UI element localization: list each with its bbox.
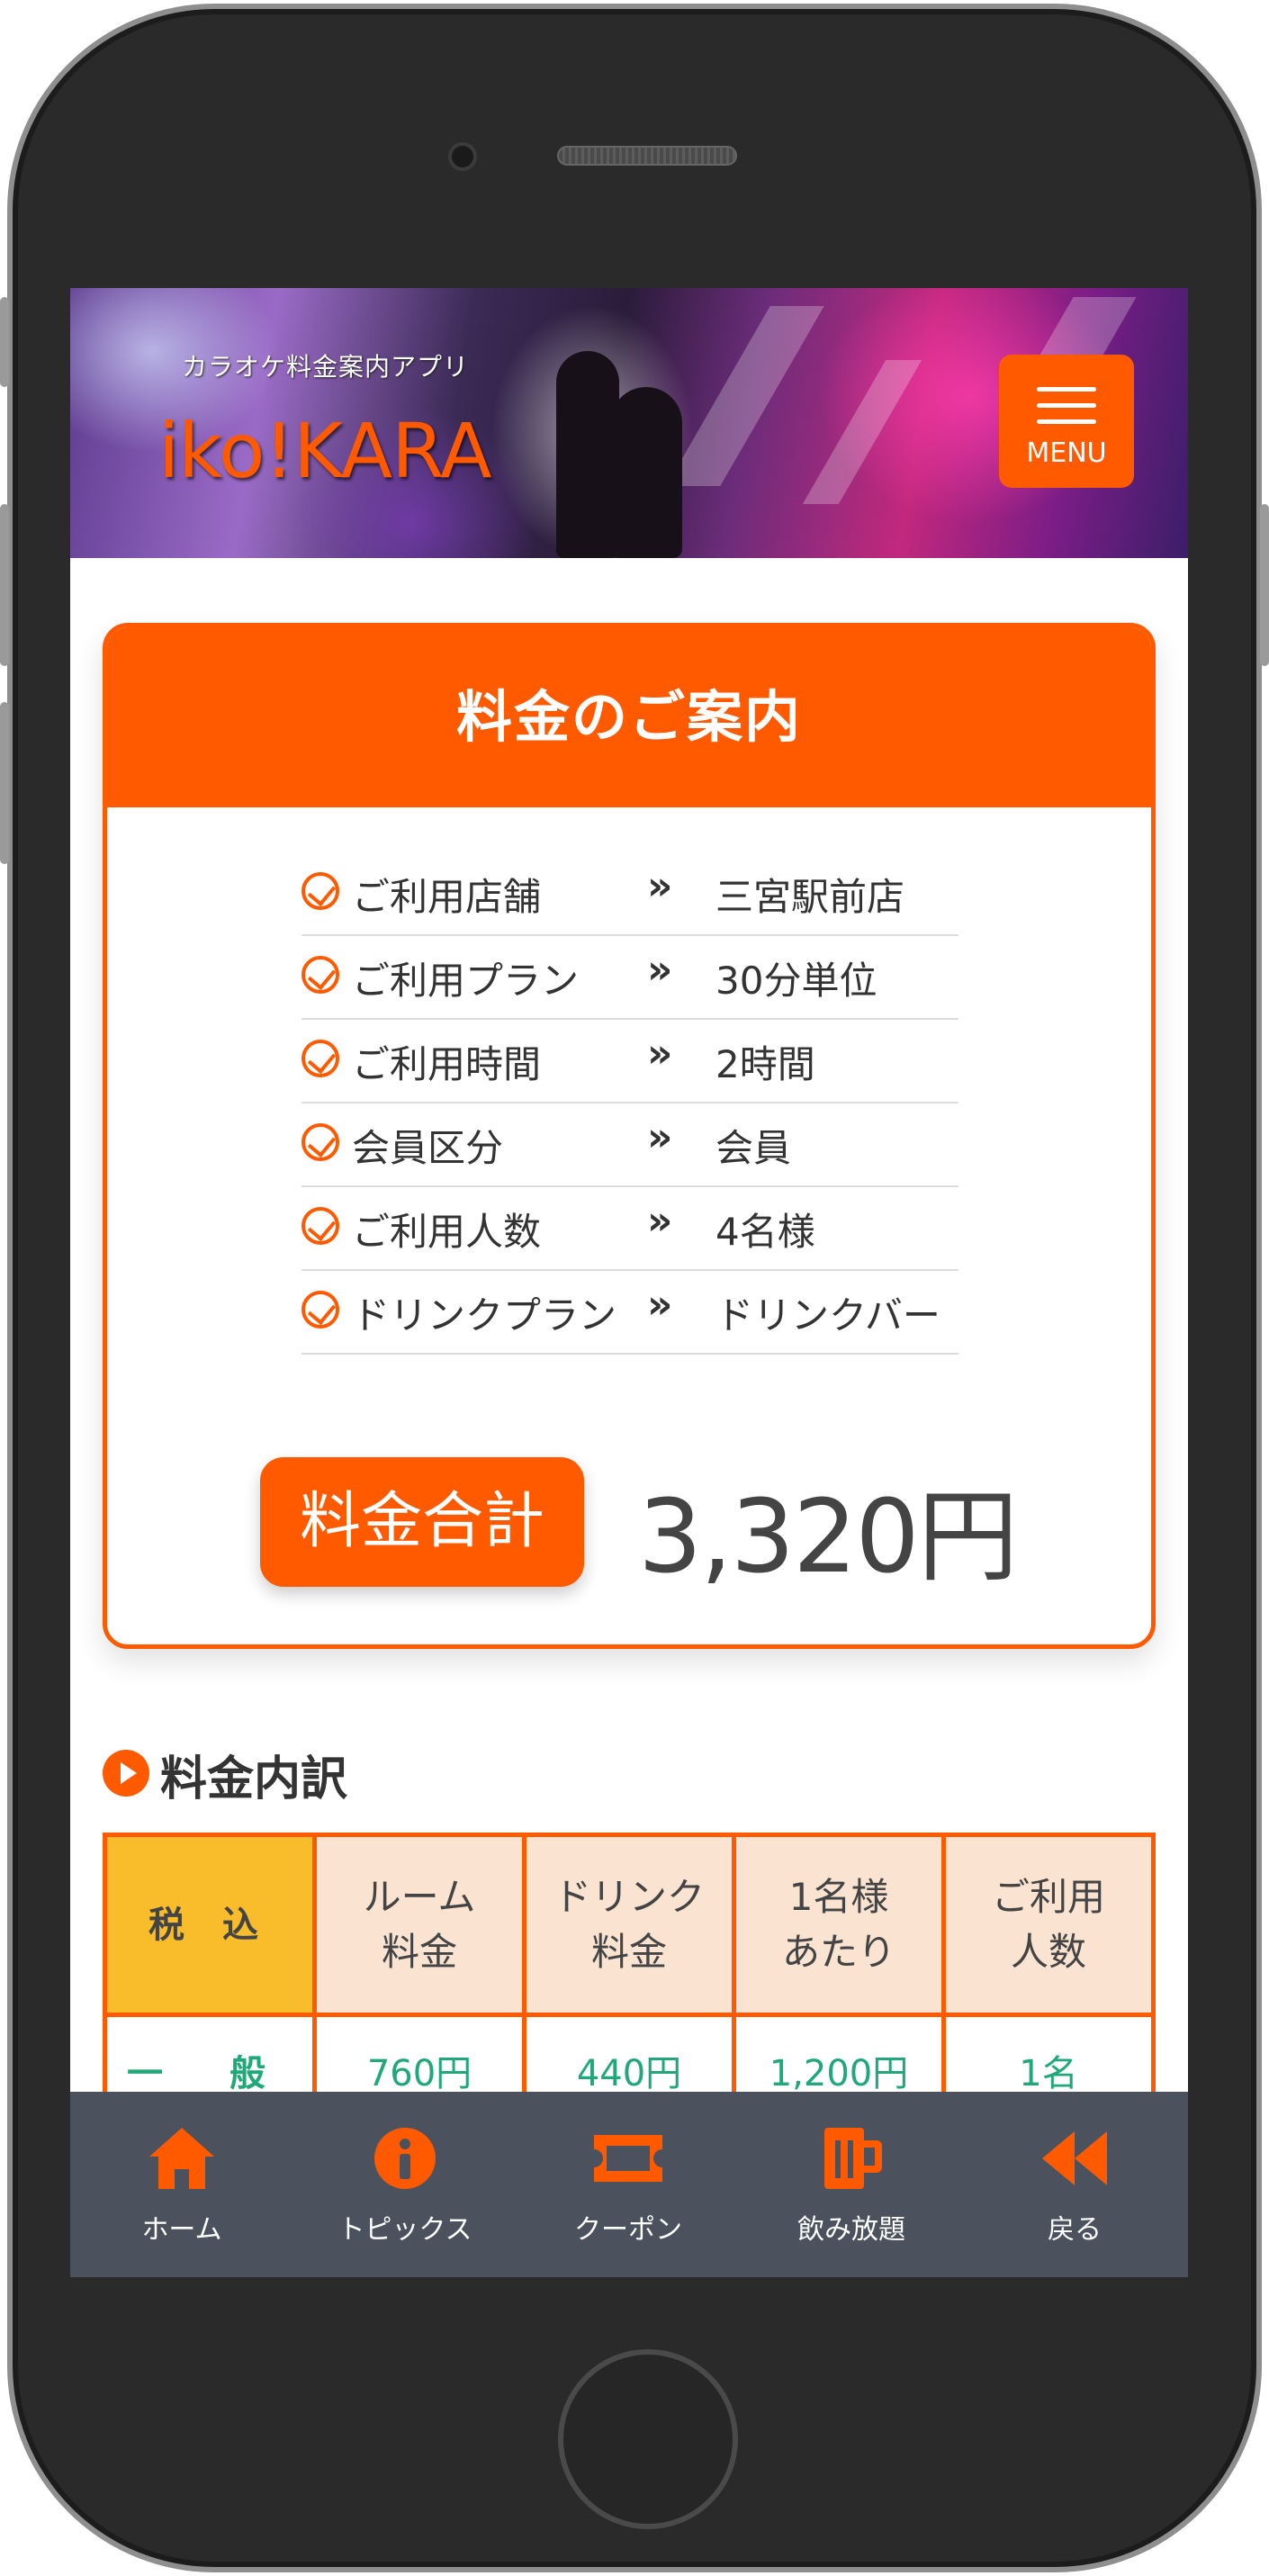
header-text: ご利用 人数 xyxy=(991,1874,1105,1974)
play-circle-icon xyxy=(103,1750,149,1797)
table-header-tax: 税 込 xyxy=(103,1833,317,2017)
detail-value: 4名様 xyxy=(716,1210,815,1254)
header-text: ドリンク 料金 xyxy=(553,1874,705,1974)
header-text: 税 込 xyxy=(148,1904,271,1946)
detail-label: ドリンクプラン xyxy=(352,1293,617,1338)
detail-label: ご利用店舗 xyxy=(352,875,542,919)
speaker-grille xyxy=(557,146,737,166)
hamburger-icon xyxy=(1037,403,1096,408)
total-label-badge: 料金合計 xyxy=(260,1457,584,1587)
price-summary-card: 料金のご案内 ご利用店舗 » 三宮駅前店 ご利用プラン » 30分単位 ご利用時… xyxy=(103,623,1156,1649)
check-circle-icon xyxy=(302,1207,339,1245)
nav-label: 飲み放題 xyxy=(797,2214,905,2246)
detail-row-people: ご利用人数 » 4名様 xyxy=(302,1187,958,1271)
nav-label: ホーム xyxy=(141,2214,222,2246)
detail-row-time: ご利用時間 » 2時間 xyxy=(302,1020,958,1103)
detail-value: 会員 xyxy=(716,1126,792,1170)
banner-light-shard xyxy=(666,306,824,486)
check-circle-icon xyxy=(302,956,339,994)
breakdown-title: 料金内訳 xyxy=(160,1752,348,1806)
table-header-drink: ドリンク 料金 xyxy=(522,1833,736,2017)
table-header-row: 税 込 ルーム 料金 ドリンク 料金 1名様 あたり ご利用 人数 xyxy=(103,1833,1156,2017)
detail-label: ご利用時間 xyxy=(352,1042,542,1086)
banner-light-shard xyxy=(802,360,922,504)
detail-value: 2時間 xyxy=(716,1042,815,1086)
power-button xyxy=(1260,504,1269,666)
check-circle-icon xyxy=(302,1040,339,1077)
check-circle-icon xyxy=(302,1123,339,1161)
nav-item-topics[interactable]: トピックス xyxy=(293,2092,517,2277)
bottom-nav: ホーム トピックス クーポン 飲み放題 戻る xyxy=(70,2092,1188,2277)
detail-list: ご利用店舗 » 三宮駅前店 ご利用プラン » 30分単位 ご利用時間 » 2時間… xyxy=(302,852,958,1355)
header-text: 1名様 あたり xyxy=(781,1874,896,1974)
nav-item-back[interactable]: 戻る xyxy=(963,2092,1186,2277)
check-circle-icon xyxy=(302,1291,339,1329)
app-screen: カラオケ料金案内アプリ iko!KARA MENU 料金のご案内 ご利用店舗 »… xyxy=(70,288,1188,2277)
detail-row-drink-plan: ドリンクプラン » ドリンクバー xyxy=(302,1271,958,1355)
volume-down-button xyxy=(0,702,9,864)
beer-mug-icon xyxy=(824,2128,882,2189)
table-header-people: ご利用 人数 xyxy=(941,1833,1156,2017)
table-header-room: ルーム 料金 xyxy=(312,1833,526,2017)
app-logo-title: iko!KARA xyxy=(158,407,492,495)
menu-button[interactable]: MENU xyxy=(999,355,1134,488)
detail-label: ご利用プラン xyxy=(352,959,580,1003)
ticket-icon xyxy=(594,2135,662,2182)
menu-label: MENU xyxy=(1026,437,1107,469)
info-icon xyxy=(374,2128,436,2189)
table-header-per-person: 1名様 あたり xyxy=(732,1833,946,2017)
home-button[interactable] xyxy=(558,2349,738,2529)
header-text: ルーム 料金 xyxy=(363,1874,476,1974)
breakdown-table: 税 込 ルーム 料金 ドリンク 料金 1名様 あたり ご利用 人数 一 般 76… xyxy=(103,1833,1156,2125)
header-banner: カラオケ料金案内アプリ iko!KARA MENU xyxy=(70,288,1188,558)
detail-row-store: ご利用店舗 » 三宮駅前店 xyxy=(302,852,958,936)
rewind-icon xyxy=(1042,2131,1107,2185)
detail-row-membership: 会員区分 » 会員 xyxy=(302,1103,958,1187)
nav-label: 戻る xyxy=(1048,2214,1102,2246)
hamburger-icon xyxy=(1037,419,1096,424)
volume-up-button xyxy=(0,504,9,666)
nav-item-home[interactable]: ホーム xyxy=(70,2092,293,2277)
hamburger-icon xyxy=(1037,387,1096,392)
double-chevron-icon: » xyxy=(647,1282,673,1328)
double-chevron-icon: » xyxy=(647,1198,673,1244)
detail-row-plan: ご利用プラン » 30分単位 xyxy=(302,936,958,1020)
home-icon xyxy=(149,2128,214,2189)
side-button xyxy=(0,297,9,387)
detail-label: ご利用人数 xyxy=(352,1210,542,1254)
singer-silhouette xyxy=(610,387,682,558)
nav-label: トピックス xyxy=(338,2214,472,2246)
total-price: 3,320円 xyxy=(638,1479,1019,1596)
detail-label: 会員区分 xyxy=(352,1126,504,1170)
camera-icon xyxy=(448,142,477,171)
double-chevron-icon: » xyxy=(647,947,673,993)
nav-label: クーポン xyxy=(574,2214,682,2246)
detail-value: ドリンクバー xyxy=(716,1293,940,1338)
double-chevron-icon: » xyxy=(647,1114,673,1160)
card-heading: 料金のご案内 xyxy=(107,627,1151,807)
nav-item-coupon[interactable]: クーポン xyxy=(517,2092,740,2277)
nav-item-drinks[interactable]: 飲み放題 xyxy=(740,2092,963,2277)
detail-value: 三宮駅前店 xyxy=(716,875,905,919)
detail-value: 30分単位 xyxy=(716,959,878,1003)
app-subtitle: カラオケ料金案内アプリ xyxy=(182,352,470,382)
check-circle-icon xyxy=(302,872,339,910)
double-chevron-icon: » xyxy=(647,863,673,909)
double-chevron-icon: » xyxy=(647,1031,673,1076)
